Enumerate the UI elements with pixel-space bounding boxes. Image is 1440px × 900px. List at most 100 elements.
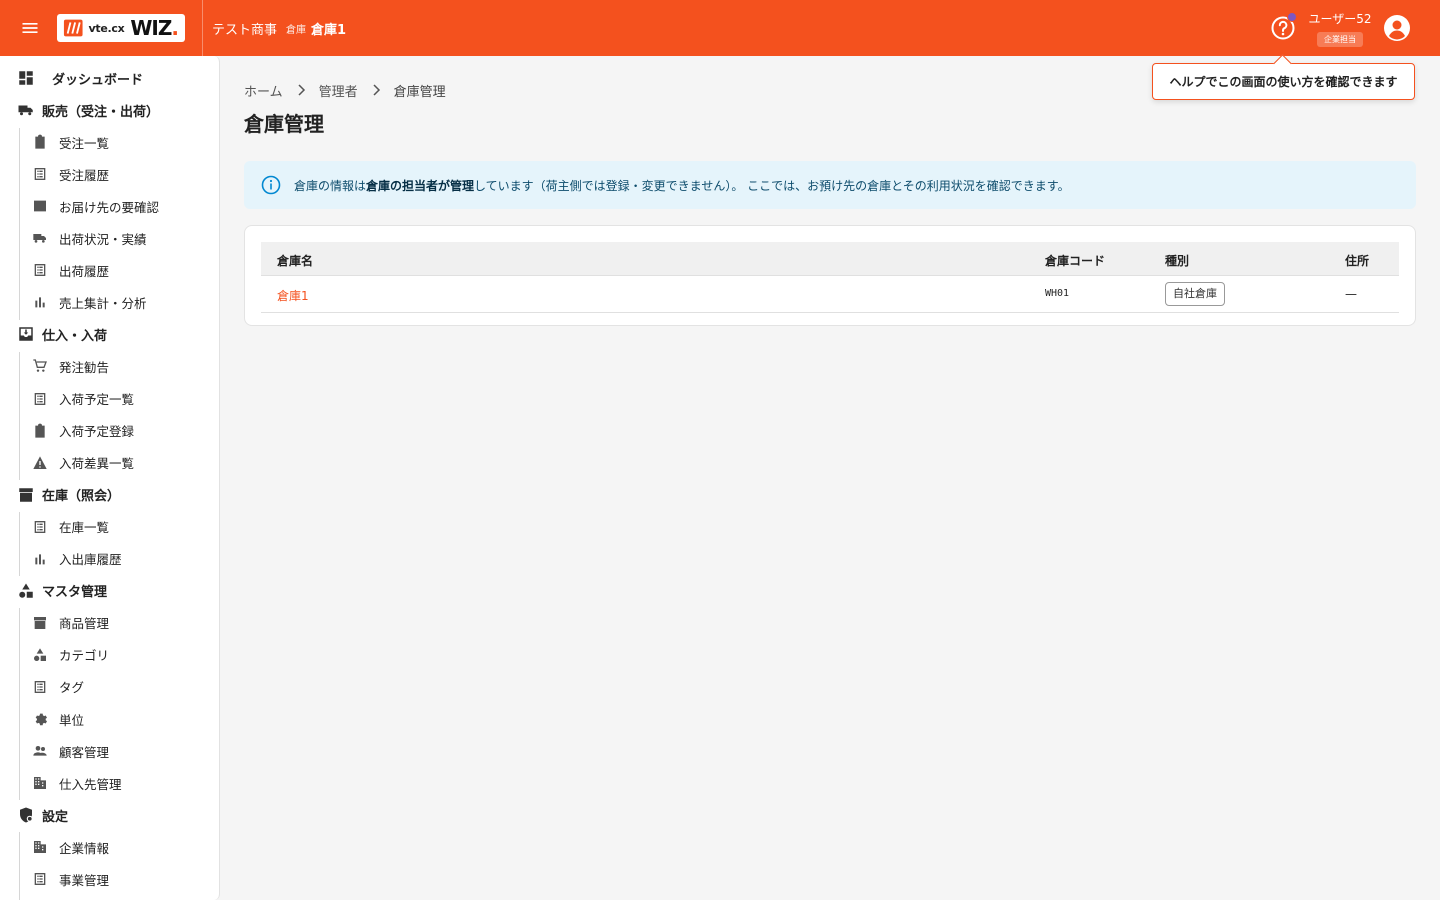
sidebar-item-label: 商品管理: [59, 616, 110, 632]
company-name: テスト商事: [212, 22, 278, 38]
help-button[interactable]: [1270, 12, 1297, 41]
sidebar-item-label: カテゴリ: [59, 648, 110, 664]
sidebar-group-line: [19, 352, 20, 480]
sidebar-item-label: 仕入・入荷: [42, 328, 108, 344]
sidebar-item-label: 単位: [59, 712, 85, 728]
warehouse-label: 倉庫: [286, 24, 307, 36]
sidebar-item[interactable]: 設定: [17, 803, 68, 827]
account-avatar-icon[interactable]: [1383, 14, 1411, 42]
sidebar-item[interactable]: 出荷履歴: [31, 258, 109, 282]
sidebar-item-label: 売上集計・分析: [59, 295, 147, 311]
building-icon: [31, 838, 49, 856]
list-icon: [31, 870, 49, 888]
sidebar-item[interactable]: 在庫（照会）: [17, 483, 120, 507]
shapes-icon: [31, 646, 49, 664]
clipboard-icon: [31, 133, 49, 151]
sidebar-item-label: 在庫一覧: [59, 520, 110, 536]
help-notification-dot: [1287, 12, 1297, 22]
list-icon: [31, 518, 49, 536]
admin-shield-icon: [17, 806, 35, 824]
dashboard-icon: [17, 69, 35, 87]
sidebar-item[interactable]: 商品管理: [31, 611, 109, 635]
col-header-name: 倉庫名: [277, 254, 314, 268]
logo-brand-large: WIZ: [130, 16, 172, 40]
sidebar-item[interactable]: 仕入・入荷: [17, 322, 107, 346]
sidebar-item[interactable]: 出荷状況・実績: [31, 226, 147, 250]
warehouse-name: 倉庫1: [311, 22, 347, 38]
menu-button[interactable]: [0, 0, 60, 56]
table-header: 倉庫名 倉庫コード 種別 住所: [261, 242, 1399, 276]
breadcrumb-home[interactable]: ホーム: [244, 81, 283, 100]
info-text-before: 倉庫の情報は: [294, 178, 367, 193]
archive-icon: [31, 614, 49, 632]
user-info[interactable]: ユーザー52 企業担当: [1308, 11, 1372, 47]
breadcrumb-admin[interactable]: 管理者: [319, 81, 358, 100]
sidebar-item[interactable]: 入荷予定一覧: [31, 387, 134, 411]
sidebar-item[interactable]: 仕入先管理: [31, 771, 122, 795]
truck-icon: [17, 101, 35, 119]
list-icon: [31, 261, 49, 279]
sidebar-item[interactable]: 単位: [31, 707, 84, 731]
col-header-type: 種別: [1165, 254, 1190, 268]
warehouse-name-link[interactable]: 倉庫1: [277, 287, 309, 304]
sidebar-item-label: 出荷履歴: [59, 263, 110, 279]
truck-icon: [31, 229, 49, 247]
sidebar-item-label: 入出庫履歴: [59, 552, 122, 568]
sidebar-item-label: マスタ管理: [42, 585, 108, 601]
info-alert: 倉庫の情報は倉庫の担当者が管理しています（荷主側では登録・変更できません）。 こ…: [244, 161, 1416, 209]
user-name: ユーザー52: [1308, 12, 1372, 26]
sidebar-item-label: 入荷予定一覧: [59, 392, 135, 407]
col-header-address: 住所: [1345, 254, 1370, 268]
info-text: 倉庫の情報は倉庫の担当者が管理しています（荷主側では登録・変更できません）。 こ…: [294, 177, 1070, 194]
sidebar-item[interactable]: ダッシュボード: [17, 66, 143, 90]
sidebar-item[interactable]: 入荷予定登録: [31, 419, 134, 443]
list-icon: [31, 165, 49, 183]
sidebar-item[interactable]: カテゴリ: [31, 643, 109, 667]
bar-chart-icon: [31, 293, 49, 311]
info-icon: [261, 175, 281, 195]
user-role-badge: 企業担当: [1317, 32, 1363, 47]
sidebar-item[interactable]: 事業管理: [31, 867, 109, 891]
table-row[interactable]: 倉庫1 WH01 自社倉庫 —: [261, 276, 1399, 313]
sidebar-item-label: 入荷差異一覧: [59, 456, 135, 472]
sidebar-nav: ダッシュボード販売（受注・出荷） 受注一覧受注履歴お届け先の要確認 出荷状況・実績出…: [0, 56, 220, 900]
sidebar-item-label: お届け先の要確認: [59, 199, 160, 215]
sidebar-item-label: 発注勧告: [59, 359, 110, 375]
checklist-icon: [31, 197, 49, 215]
breadcrumb: ホーム 管理者 倉庫管理: [244, 80, 446, 100]
list-icon: [31, 678, 49, 696]
app-logo[interactable]: vte.cx WIZ.: [57, 14, 185, 42]
sidebar-item-label: ダッシュボード: [52, 72, 144, 88]
logo-brand-dot: .: [171, 16, 179, 40]
sidebar-item[interactable]: 企業情報: [31, 835, 109, 859]
sidebar-item[interactable]: 受注一覧: [31, 130, 109, 154]
sidebar-item-label: 受注履歴: [59, 167, 110, 183]
clipboard-icon: [31, 422, 49, 440]
info-text-after: しています（荷主側では登録・変更できません）。 ここでは、お預け先の倉庫とその利…: [474, 178, 1070, 193]
people-icon: [31, 742, 49, 760]
sidebar-item[interactable]: タグ: [31, 675, 84, 699]
sidebar-item-label: 企業情報: [59, 840, 110, 856]
sidebar-item-label: 事業管理: [59, 872, 110, 888]
col-header-code: 倉庫コード: [1045, 254, 1106, 268]
sidebar-item[interactable]: マスタ管理: [17, 579, 107, 603]
sidebar-item[interactable]: お届け先の要確認: [31, 194, 159, 218]
inbox-icon: [17, 325, 35, 343]
sidebar-item-label: 出荷状況・実績: [59, 231, 147, 247]
sidebar-item[interactable]: 発注勧告: [31, 354, 109, 378]
sidebar-group-line: [19, 832, 20, 900]
sidebar-item[interactable]: 入出庫履歴: [31, 547, 122, 571]
sidebar-item[interactable]: 販売（受注・出荷）: [17, 98, 159, 122]
sidebar-item[interactable]: 在庫一覧: [31, 515, 109, 539]
sidebar-item-label: タグ: [59, 680, 85, 696]
sidebar-item[interactable]: 顧客管理: [31, 739, 109, 763]
hamburger-icon: [22, 23, 38, 33]
shapes-icon: [17, 582, 35, 600]
sidebar-item[interactable]: 売上集計・分析: [31, 290, 147, 314]
sidebar-item-label: 在庫（照会）: [42, 489, 121, 505]
sidebar-item[interactable]: 受注履歴: [31, 162, 109, 186]
header-divider: [202, 0, 203, 56]
sidebar-item[interactable]: 入荷差異一覧: [31, 451, 134, 475]
warning-icon: [31, 454, 49, 472]
logo-mark-icon: [63, 19, 83, 37]
